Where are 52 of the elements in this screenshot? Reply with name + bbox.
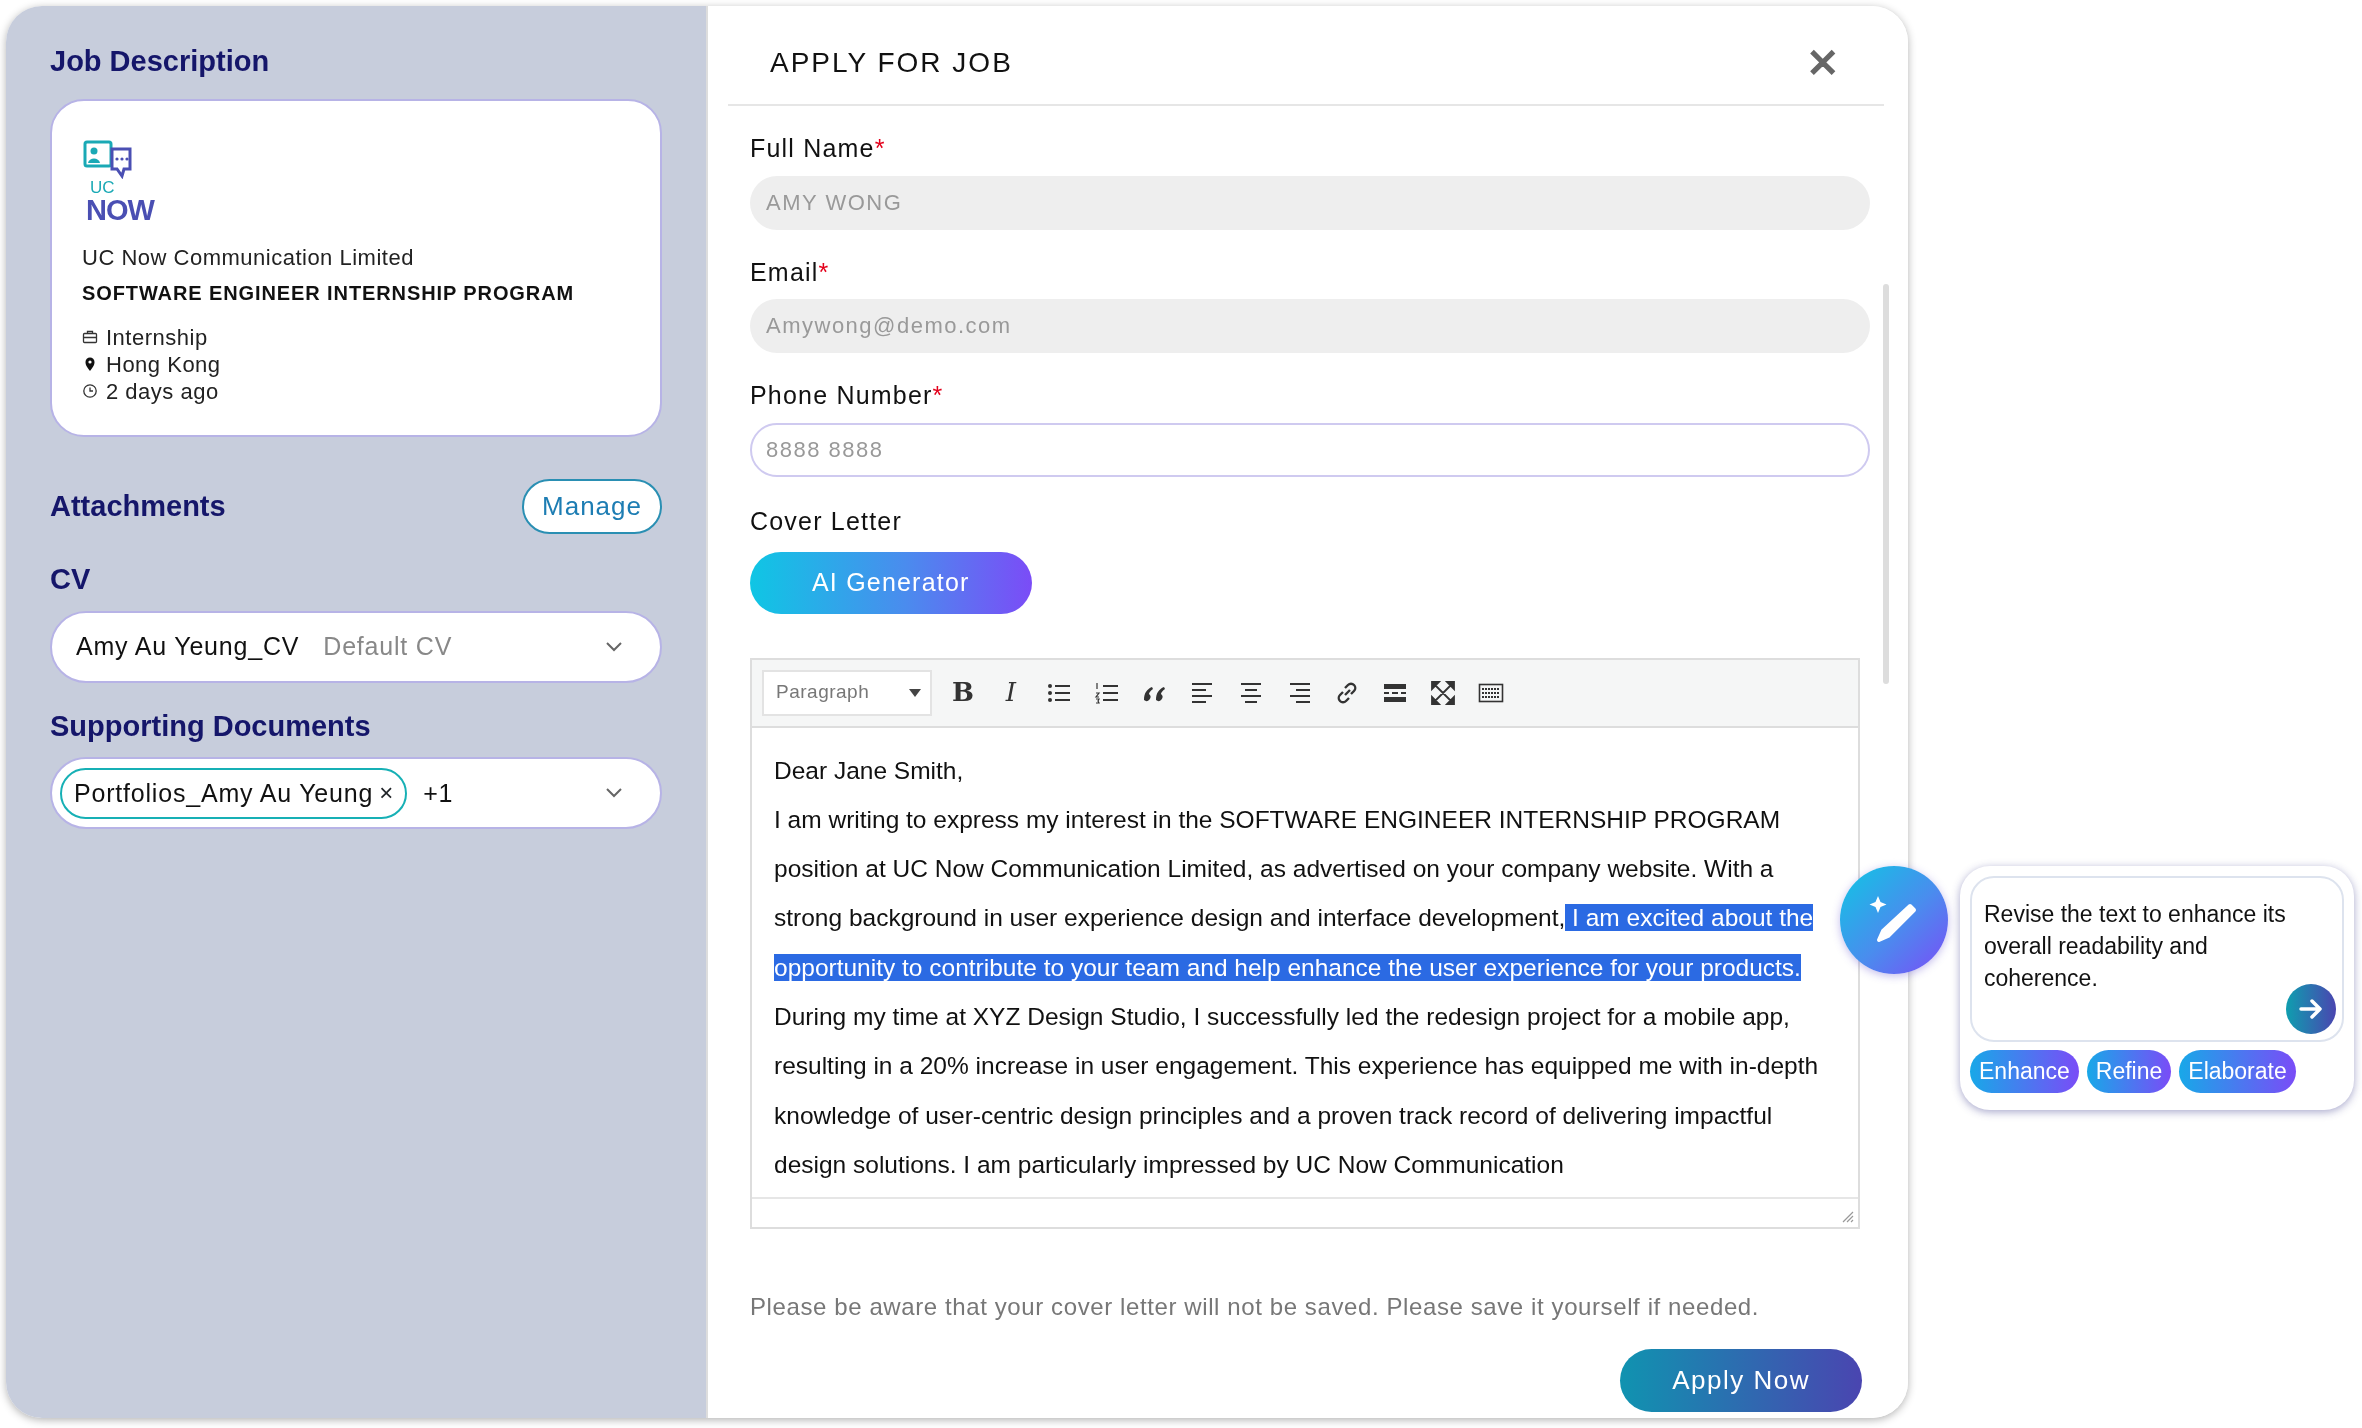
briefcase-icon <box>82 329 98 346</box>
remove-button[interactable]: × <box>379 781 394 806</box>
required-mark: * <box>874 134 886 162</box>
prompt-field[interactable]: Revise the text to enhance its overall readability and coherence. <box>1970 876 2344 1042</box>
action-chip[interactable]: Refine <box>2086 1050 2172 1093</box>
job-detail: Hong Kong <box>106 350 221 378</box>
section-heading: Job Description <box>50 44 271 79</box>
action-chip[interactable]: Elaborate <box>2179 1050 2296 1093</box>
send-button[interactable] <box>2286 984 2336 1034</box>
field-label: Cover Letter <box>750 505 903 537</box>
tag-text: Portfolios_Amy Au Yeung <box>74 777 374 809</box>
italic-button[interactable]: I <box>994 675 1028 710</box>
input-field[interactable]: 8888 8888 <box>750 422 1870 477</box>
notice-text: Please be aware that your cover letter will not be saved. Please save it yourself if needed. <box>750 1292 1761 1323</box>
ai-magic-button[interactable] <box>1840 866 1948 974</box>
clock-icon <box>82 383 98 400</box>
prompt-text: Revise the text to enhance its overall readability and coherence. <box>1984 901 2286 991</box>
resize-grip-icon <box>1842 1211 1854 1224</box>
fullscreen-icon <box>1430 679 1456 706</box>
manage-button[interactable]: Manage <box>522 478 662 534</box>
letter-paragraph: Dear Jane Smith, <box>774 755 965 786</box>
select-value: Amy Au Yeung_CV <box>76 630 300 662</box>
more-count: +1 <box>423 777 454 809</box>
required-mark: * <box>932 381 944 409</box>
job-detail: 2 days ago <box>106 377 219 405</box>
chat-bubbles-icon <box>82 138 134 179</box>
field-label: Full Name* <box>750 133 887 164</box>
documents-select[interactable]: Portfolios_Amy Au Yeung × +1 <box>50 757 662 830</box>
logo-text: NOW <box>86 195 154 225</box>
logo-text: UC <box>90 178 115 196</box>
required-mark: * <box>818 257 830 286</box>
section-heading: Attachments <box>50 488 226 524</box>
cv-select[interactable]: Amy Au Yeung_CV Default CV <box>50 610 662 683</box>
field-label: Supporting Documents <box>50 708 372 744</box>
dropdown-triangle-icon <box>908 687 922 698</box>
company-name: UC Now Communication Limited <box>82 243 415 272</box>
ai-generator-button[interactable]: AI Generator <box>750 552 1032 614</box>
dialog-title: APPLY FOR JOB <box>770 46 1013 80</box>
format-select[interactable]: Paragraph <box>762 669 932 716</box>
field-label: CV <box>50 561 92 597</box>
action-chip[interactable]: Enhance <box>1970 1050 2079 1093</box>
job-detail: Internship <box>106 323 208 351</box>
letter-paragraph: I am writing to express my interest in the SOFTWARE ENGINEER INTERNSHIP PROGRAM position at UC Now Communication Limited, as advertised on your company website. With a strong background in user experience design and interface development, I am excited about the opportunity to contribute to your team and help enhance the user experience for your products. During my time at XYZ Design Studio, I successfully led the redesign project for a mobile app, resulting in a 20% increase in user engagement. This experience has equipped me with in-depth knowledge of user-centric design principles and a proven track record of delivering impactful design solutions. I am particularly impressed by UC Now Communication <box>774 804 1820 1180</box>
field-label: Email* <box>750 256 831 288</box>
scrollbar[interactable] <box>1883 284 1889 684</box>
job-title: SOFTWARE ENGINEER INTERNSHIP PROGRAM <box>82 280 576 306</box>
close-button[interactable]: ✕ <box>1806 43 1840 83</box>
bold-button[interactable]: B <box>946 675 980 710</box>
select-note: Default CV <box>323 630 453 662</box>
field-label: Phone Number* <box>750 380 945 411</box>
select-value: Paragraph <box>776 680 870 705</box>
apply-now-button[interactable]: Apply Now <box>1620 1349 1862 1413</box>
